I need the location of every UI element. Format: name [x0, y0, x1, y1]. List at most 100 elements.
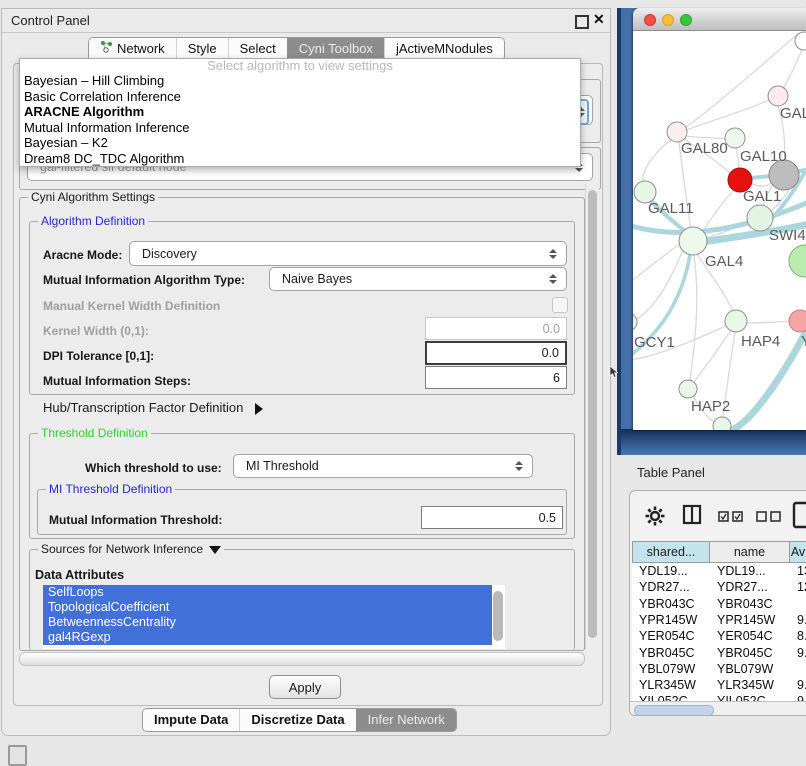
attribute-item-selected[interactable]: BetweennessCentrality: [43, 615, 492, 630]
table-cell[interactable]: [790, 596, 806, 612]
hide-columns-icon[interactable]: [756, 511, 782, 523]
table-cell[interactable]: YER054C: [632, 628, 710, 644]
node-gal-top[interactable]: [768, 86, 788, 106]
page-icon[interactable]: [792, 501, 806, 529]
label-swi4: SWI4: [769, 227, 806, 244]
close-icon[interactable]: ✕: [593, 11, 605, 28]
node-salmon[interactable]: [789, 310, 806, 332]
mi-threshold-input[interactable]: 0.5: [421, 506, 563, 529]
mi-type-value: Naive Bayes: [282, 272, 352, 286]
collapse-arrow-icon[interactable]: [209, 546, 221, 554]
network-window-titlebar[interactable]: [633, 8, 806, 31]
minimized-panel-icon[interactable]: [8, 745, 27, 766]
tab-infer-network[interactable]: Infer Network: [356, 709, 456, 731]
table-cell[interactable]: YBL079W: [632, 661, 710, 677]
manual-kernel-checkbox[interactable]: [552, 297, 568, 313]
node-gcy1[interactable]: [633, 313, 637, 331]
table-cell[interactable]: 13: [790, 563, 806, 579]
table-cell[interactable]: YDR27...: [632, 579, 710, 595]
table-panel-title: Table Panel: [637, 465, 705, 480]
algorithm-option[interactable]: Basic Correlation Inference: [20, 89, 580, 105]
table-hscrollbar-track[interactable]: [630, 701, 806, 716]
table-cell[interactable]: YDL19...: [710, 563, 790, 579]
aracne-mode-combo[interactable]: Discovery: [129, 241, 567, 266]
tab-select[interactable]: Select: [228, 38, 287, 60]
table-cell[interactable]: YPR145W: [632, 612, 710, 628]
table-cell[interactable]: YDL19...: [632, 563, 710, 579]
table-cell[interactable]: YIL052C: [632, 693, 710, 701]
table-cell[interactable]: 9.: [790, 645, 806, 661]
tab-impute-data[interactable]: Impute Data: [143, 709, 239, 731]
table-hscrollbar-thumb[interactable]: [634, 705, 714, 716]
algorithm-option[interactable]: Bayesian – Hill Climbing: [20, 73, 580, 89]
table-cell[interactable]: YBR043C: [710, 596, 790, 612]
node-gal80[interactable]: [667, 122, 687, 142]
table-cell[interactable]: YLR345W: [632, 677, 710, 693]
tab-jactivemnodules[interactable]: jActiveMNodules: [384, 38, 504, 60]
attribute-item-selected[interactable]: TopologicalCoefficient: [43, 600, 492, 615]
mi-steps-label: Mutual Information Steps:: [43, 374, 191, 388]
apply-button[interactable]: Apply: [269, 675, 341, 699]
table-cell[interactable]: YIL052C: [710, 693, 790, 701]
table-cell[interactable]: YER054C: [710, 628, 790, 644]
split-columns-icon[interactable]: [682, 504, 702, 525]
attribute-item-selected[interactable]: gal4RGexp: [43, 630, 492, 645]
network-canvas[interactable]: GAL GAL80 GAL10 GAL1 GAL11 SWI4 GAL4 GCY…: [633, 30, 806, 430]
table-cell[interactable]: YBR043C: [632, 596, 710, 612]
node-bottom-partial[interactable]: [713, 417, 731, 430]
column-header-partial[interactable]: Av: [790, 541, 806, 563]
gear-icon[interactable]: [644, 505, 666, 527]
column-header-name[interactable]: name: [710, 541, 790, 563]
hub-definition-expander[interactable]: Hub/Transcription Factor Definition: [43, 400, 263, 415]
node-green-right[interactable]: [789, 245, 806, 277]
manual-kernel-label: Manual Kernel Width Definition: [43, 299, 220, 313]
horizontal-scrollbar[interactable]: [19, 652, 585, 666]
close-traffic-light-icon[interactable]: [644, 14, 656, 26]
mi-type-combo[interactable]: Naive Bayes: [269, 267, 567, 291]
tab-cyni-toolbox[interactable]: Cyni Toolbox: [287, 38, 384, 60]
table-cell[interactable]: YDR27...: [710, 579, 790, 595]
table-cell[interactable]: 12: [790, 579, 806, 595]
table-cell[interactable]: 9.: [790, 612, 806, 628]
minimize-traffic-light-icon[interactable]: [662, 14, 674, 26]
aracne-mode-value: Discovery: [142, 247, 197, 261]
vertical-scrollbar-thumb[interactable]: [588, 190, 597, 638]
show-columns-icon[interactable]: [718, 511, 744, 523]
zoom-traffic-light-icon[interactable]: [680, 14, 692, 26]
table-cell[interactable]: YLR345W: [710, 677, 790, 693]
which-threshold-combo[interactable]: MI Threshold: [233, 454, 533, 478]
tab-discretize-data[interactable]: Discretize Data: [239, 709, 355, 731]
vertical-scrollbar-track[interactable]: [585, 184, 599, 650]
table-cell[interactable]: 8.: [790, 628, 806, 644]
node-hap2[interactable]: [679, 380, 697, 398]
expand-arrow-icon[interactable]: [255, 403, 263, 415]
node-gal10[interactable]: [725, 128, 745, 148]
table-cell[interactable]: YBR045C: [632, 645, 710, 661]
mi-steps-input[interactable]: 6: [425, 366, 567, 389]
algorithm-option-selected[interactable]: ARACNE Algorithm: [20, 104, 580, 120]
algorithm-option[interactable]: Bayesian – K2: [20, 135, 580, 151]
table-cell[interactable]: [790, 661, 806, 677]
table-cell[interactable]: YBR045C: [710, 645, 790, 661]
label-gal10: GAL10: [740, 148, 787, 165]
dpi-tolerance-input[interactable]: 0.0: [425, 341, 567, 365]
float-panel-icon[interactable]: [575, 15, 589, 29]
attribute-list-scrollbar[interactable]: [493, 591, 503, 641]
table-cell[interactable]: 9: [790, 693, 806, 701]
kernel-width-input[interactable]: 0.0: [425, 317, 567, 340]
column-header-shared-name[interactable]: shared...: [632, 541, 710, 563]
network-node-labels: GAL GAL80 GAL10 GAL1 GAL11 SWI4 GAL4 GCY…: [634, 105, 806, 415]
algorithm-option[interactable]: Dream8 DC_TDC Algorithm: [20, 151, 580, 167]
tab-network[interactable]: Network: [89, 38, 176, 60]
attribute-item-selected[interactable]: SelfLoops: [43, 585, 492, 600]
label-gal4: GAL4: [705, 253, 743, 270]
table-cell[interactable]: YPR145W: [710, 612, 790, 628]
which-threshold-label: Which threshold to use:: [85, 461, 222, 475]
node-gal4[interactable]: [679, 227, 707, 255]
table-cell[interactable]: 9.: [790, 677, 806, 693]
node-hap4[interactable]: [725, 310, 747, 332]
tab-style[interactable]: Style: [176, 38, 228, 60]
table-cell[interactable]: YBL079W: [710, 661, 790, 677]
frame-bottom-edge: [621, 429, 806, 455]
algorithm-option[interactable]: Mutual Information Inference: [20, 120, 580, 136]
